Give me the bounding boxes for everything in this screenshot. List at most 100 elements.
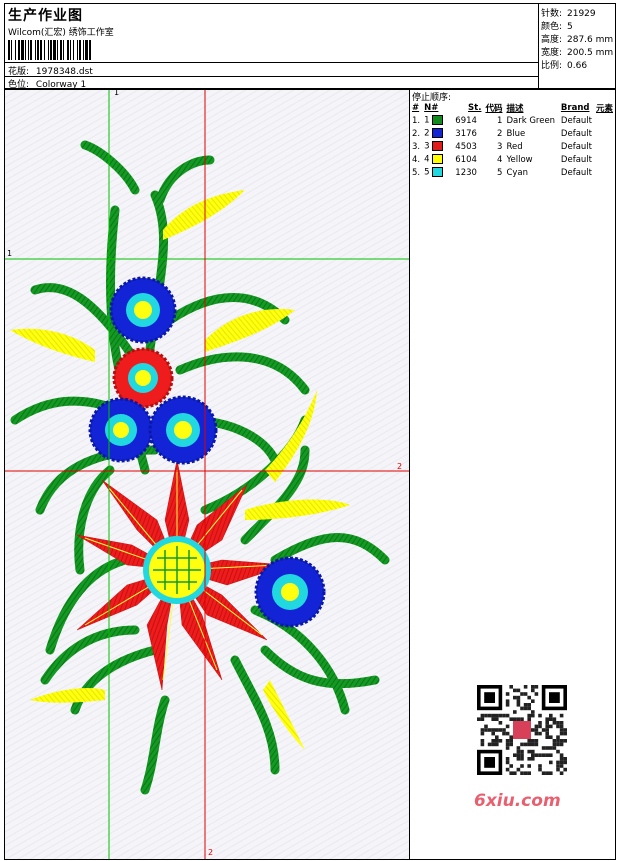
legend-row: 1. 1 6914 1 Dark Green Default bbox=[410, 114, 615, 127]
row-stitches: 6104 bbox=[455, 154, 477, 165]
stats-panel: 针数: 21929 颜色: 5 高度: 287.6 mm 宽度: 200.5 mm 比例… bbox=[538, 3, 616, 89]
qr-module bbox=[509, 771, 513, 775]
row-description: Blue bbox=[506, 128, 526, 139]
qr-module bbox=[531, 688, 535, 693]
qr-module bbox=[495, 742, 499, 747]
row-element bbox=[594, 166, 615, 179]
row-stitches: 3176 bbox=[455, 128, 477, 139]
qr-module bbox=[505, 692, 510, 696]
qr-module bbox=[509, 742, 513, 747]
qr-module bbox=[559, 760, 564, 765]
qr-module bbox=[487, 713, 492, 718]
row-description: Dark Green bbox=[506, 115, 556, 126]
qr-module bbox=[484, 724, 488, 729]
qr-module bbox=[531, 685, 535, 689]
qr-module bbox=[523, 742, 528, 747]
qr-module bbox=[538, 764, 542, 768]
qr-module bbox=[559, 724, 564, 729]
qr-module bbox=[527, 757, 531, 761]
row-element bbox=[594, 153, 615, 166]
color-swatch bbox=[432, 115, 444, 126]
qr-module bbox=[531, 753, 535, 757]
qr-module bbox=[513, 710, 517, 714]
row-stitches: 6914 bbox=[455, 115, 477, 126]
qr-module bbox=[523, 692, 528, 696]
qr-module bbox=[563, 767, 567, 772]
qr-module bbox=[534, 731, 539, 736]
qr-module bbox=[531, 713, 535, 718]
qr-module bbox=[556, 764, 560, 768]
qr-module bbox=[527, 749, 531, 754]
row-stitches: 1230 bbox=[455, 167, 477, 178]
guide-red-v-label: 2 bbox=[208, 848, 214, 857]
qr-code-image bbox=[477, 685, 567, 775]
site-watermark: 6xiu.com bbox=[474, 791, 561, 811]
qr-module bbox=[477, 717, 481, 721]
design-canvas[interactable]: 1 1 2 2 bbox=[4, 89, 410, 860]
row-brand: Default bbox=[560, 167, 592, 178]
col-brand: Brand bbox=[560, 103, 590, 113]
qr-module bbox=[538, 767, 542, 772]
qr-module bbox=[516, 746, 521, 750]
qr-module bbox=[491, 742, 495, 747]
qr-module bbox=[480, 739, 485, 743]
qr-module bbox=[559, 764, 564, 768]
qr-module bbox=[505, 703, 510, 707]
qr-module bbox=[549, 746, 553, 750]
qr-module bbox=[498, 739, 503, 743]
qr-module bbox=[545, 721, 549, 725]
qr-module bbox=[495, 735, 499, 739]
row-n: 5 bbox=[422, 166, 453, 179]
qr-module bbox=[520, 706, 524, 711]
qr-module bbox=[563, 757, 567, 761]
qr-module bbox=[513, 753, 517, 757]
row-brand: Default bbox=[560, 141, 592, 152]
row-num: 2. bbox=[412, 128, 421, 139]
guide-red-h-label: 2 bbox=[397, 462, 403, 471]
qr-module bbox=[505, 746, 510, 750]
row-n: 1 bbox=[422, 114, 453, 127]
qr-module bbox=[534, 724, 539, 729]
studio-subtitle: Wilcom(汇宏) 绣饰工作室 bbox=[8, 28, 114, 38]
row-num: 4. bbox=[412, 154, 421, 165]
qr-module bbox=[495, 717, 499, 721]
qr-module bbox=[520, 757, 524, 761]
color-legend-table: # N# St. 代码 描述 Brand 元素 1. 1 6914 1 Dark Gr… bbox=[410, 102, 615, 179]
qr-module bbox=[527, 713, 531, 718]
qr-module bbox=[498, 721, 503, 725]
legend-row: 4. 4 6104 4 Yellow Default bbox=[410, 153, 615, 166]
qr-module bbox=[559, 753, 564, 757]
qr-module bbox=[541, 753, 546, 757]
qr-module bbox=[505, 724, 510, 729]
color-swatch bbox=[432, 141, 444, 152]
qr-module bbox=[513, 717, 517, 721]
qr-module bbox=[552, 746, 557, 750]
qr-module bbox=[505, 767, 510, 772]
qr-module bbox=[513, 771, 517, 775]
qr-module bbox=[523, 703, 528, 707]
row-element bbox=[594, 114, 615, 127]
row-n: 2 bbox=[422, 127, 453, 140]
legend-row: 3. 3 4503 3 Red Default bbox=[410, 140, 615, 153]
qr-module bbox=[556, 767, 560, 772]
qr-module bbox=[549, 724, 553, 729]
qr-logo bbox=[513, 721, 531, 739]
row-code: 3 bbox=[497, 141, 503, 152]
qr-module bbox=[505, 742, 510, 747]
qr-module bbox=[545, 731, 549, 736]
qr-module bbox=[541, 728, 546, 732]
header-divider bbox=[5, 62, 539, 63]
qr-module bbox=[538, 731, 542, 736]
row-code: 1 bbox=[497, 115, 503, 126]
qr-module bbox=[545, 728, 549, 732]
qr-module bbox=[516, 757, 521, 761]
qr-module bbox=[523, 685, 528, 689]
qr-module bbox=[513, 695, 517, 700]
qr-module bbox=[531, 728, 535, 732]
qr-module bbox=[516, 767, 521, 772]
qr-module bbox=[545, 735, 549, 739]
qr-module bbox=[559, 731, 564, 736]
qr-module bbox=[556, 760, 560, 765]
qr-module bbox=[513, 688, 517, 693]
qr-module bbox=[531, 699, 535, 703]
